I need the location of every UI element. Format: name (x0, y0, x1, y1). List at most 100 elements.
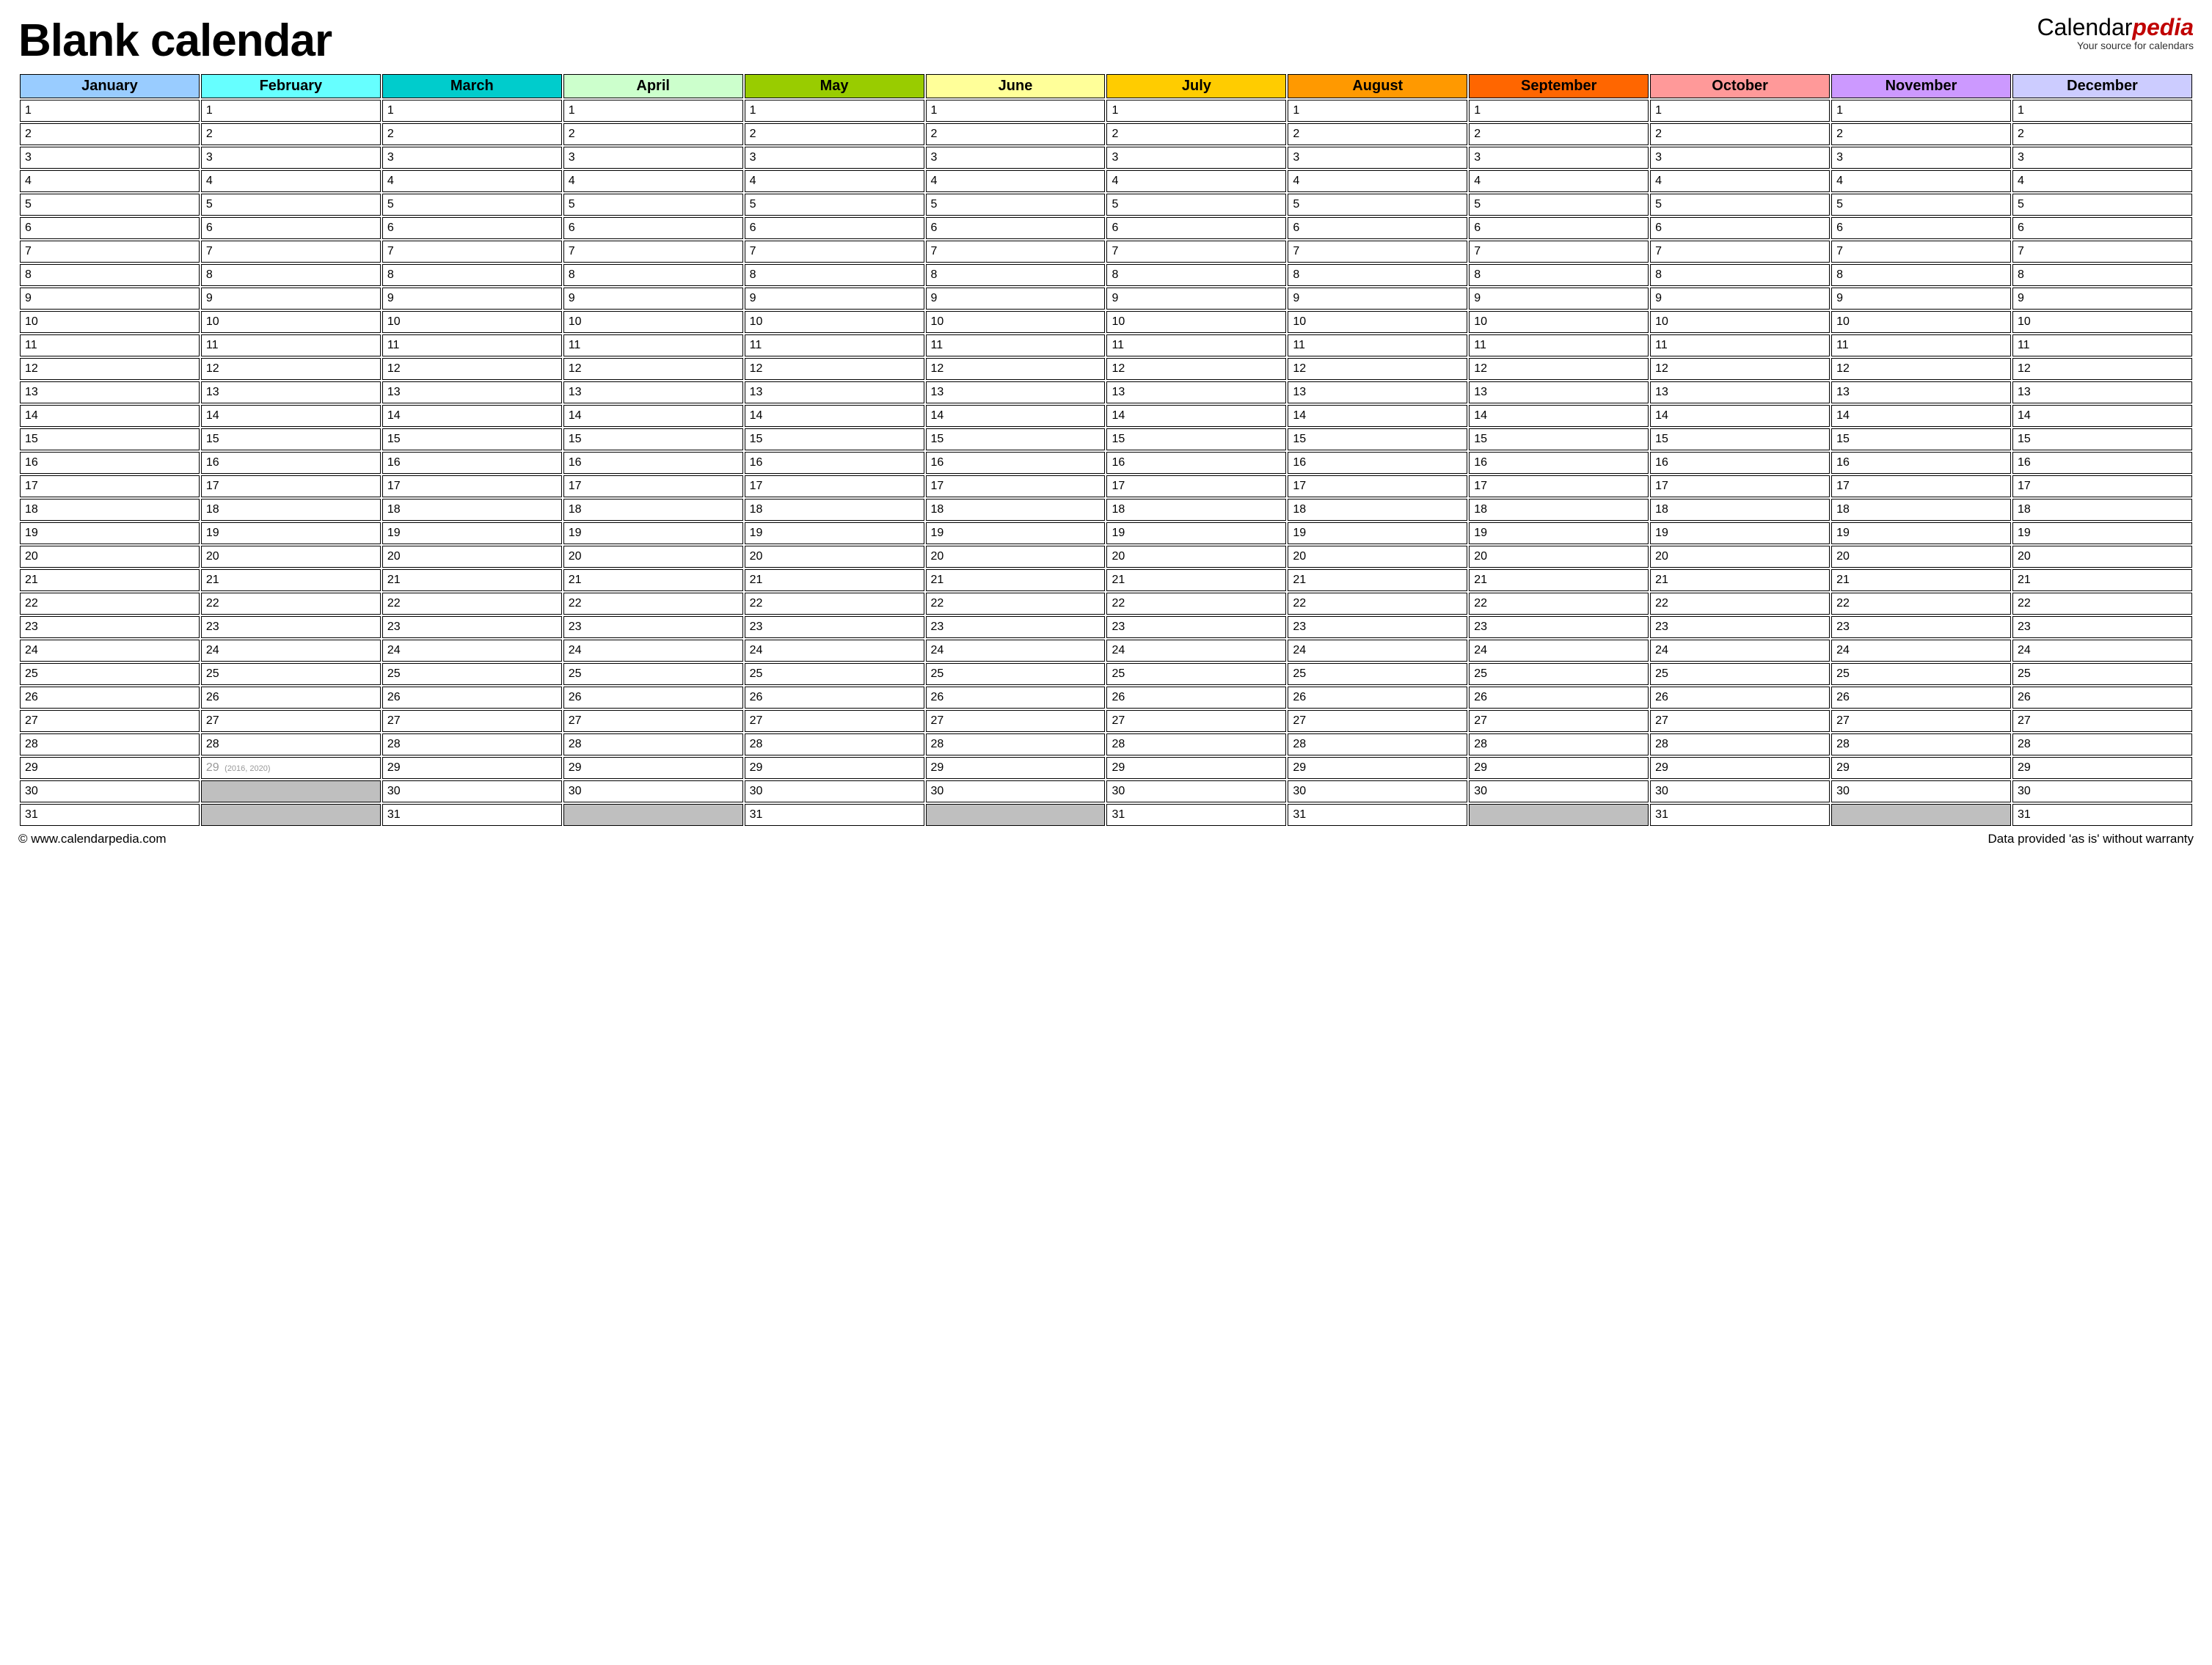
day-cell: 8 (382, 264, 562, 286)
day-cell: 18 (20, 499, 200, 521)
day-row: 141414141414141414141414 (20, 405, 2192, 427)
day-cell: 5 (1288, 194, 1467, 216)
day-cell: 7 (1831, 241, 2011, 263)
day-cell: 21 (926, 569, 1106, 591)
day-cell: 1 (1106, 100, 1286, 122)
day-cell: 24 (2012, 640, 2192, 662)
day-cell: 14 (1831, 405, 2011, 427)
day-cell: 28 (2012, 733, 2192, 755)
brand-tagline: Your source for calendars (2037, 40, 2194, 51)
day-cell: 11 (745, 334, 924, 356)
day-row: 777777777777 (20, 241, 2192, 263)
day-cell: 12 (563, 358, 743, 380)
day-cell: 16 (1831, 452, 2011, 474)
day-cell: 7 (382, 241, 562, 263)
day-cell: 31 (382, 804, 562, 826)
day-cell: 12 (201, 358, 381, 380)
day-cell: 21 (1106, 569, 1286, 591)
day-cell: 22 (382, 593, 562, 615)
day-cell: 30 (1106, 780, 1286, 802)
day-cell: 15 (382, 428, 562, 450)
day-cell: 17 (1831, 475, 2011, 497)
day-cell: 6 (2012, 217, 2192, 239)
day-cell: 24 (1469, 640, 1649, 662)
day-cell: 22 (1106, 593, 1286, 615)
day-cell: 28 (201, 733, 381, 755)
footer-warranty: Data provided 'as is' without warranty (1987, 832, 2194, 846)
day-cell: 26 (1106, 687, 1286, 709)
day-cell: 22 (1469, 593, 1649, 615)
day-cell: 10 (20, 311, 200, 333)
day-cell: 25 (1831, 663, 2011, 685)
day-cell: 13 (382, 381, 562, 403)
month-header: February (201, 74, 381, 98)
day-cell: 31 (1106, 804, 1286, 826)
day-cell: 26 (1831, 687, 2011, 709)
day-cell: 9 (1831, 288, 2011, 310)
day-cell: 2 (563, 123, 743, 145)
day-cell: 21 (201, 569, 381, 591)
day-cell: 27 (20, 710, 200, 732)
day-cell: 29 (1288, 757, 1467, 779)
day-cell: 1 (20, 100, 200, 122)
day-cell (201, 780, 381, 802)
day-cell (563, 804, 743, 826)
day-cell: 13 (201, 381, 381, 403)
day-cell: 8 (926, 264, 1106, 286)
day-cell: 7 (20, 241, 200, 263)
day-cell: 19 (745, 522, 924, 544)
day-cell: 28 (1650, 733, 1830, 755)
day-cell: 10 (745, 311, 924, 333)
day-cell: 13 (2012, 381, 2192, 403)
day-cell: 3 (926, 147, 1106, 169)
day-cell: 15 (563, 428, 743, 450)
month-header: December (2012, 74, 2192, 98)
day-row: 444444444444 (20, 170, 2192, 192)
day-cell: 8 (201, 264, 381, 286)
day-cell: 18 (745, 499, 924, 521)
day-cell: 1 (745, 100, 924, 122)
day-row: 555555555555 (20, 194, 2192, 216)
day-cell: 26 (563, 687, 743, 709)
day-cell: 10 (563, 311, 743, 333)
day-cell: 10 (201, 311, 381, 333)
day-cell: 27 (382, 710, 562, 732)
day-cell: 22 (2012, 593, 2192, 615)
day-cell: 20 (382, 546, 562, 568)
day-cell: 30 (382, 780, 562, 802)
day-cell: 29 (563, 757, 743, 779)
day-row: 101010101010101010101010 (20, 311, 2192, 333)
day-cell: 15 (1469, 428, 1649, 450)
day-row: 151515151515151515151515 (20, 428, 2192, 450)
day-cell: 12 (382, 358, 562, 380)
day-cell: 24 (1831, 640, 2011, 662)
day-cell: 6 (1650, 217, 1830, 239)
day-cell: 15 (20, 428, 200, 450)
day-cell (926, 804, 1106, 826)
day-cell: 20 (926, 546, 1106, 568)
day-cell: 13 (1469, 381, 1649, 403)
day-cell: 5 (1106, 194, 1286, 216)
day-cell: 25 (1650, 663, 1830, 685)
day-cell: 20 (20, 546, 200, 568)
day-cell: 13 (1288, 381, 1467, 403)
day-cell: 1 (1288, 100, 1467, 122)
day-cell: 27 (563, 710, 743, 732)
month-header: May (745, 74, 924, 98)
day-cell: 19 (1469, 522, 1649, 544)
day-cell: 11 (926, 334, 1106, 356)
day-cell: 3 (563, 147, 743, 169)
day-cell: 5 (20, 194, 200, 216)
day-cell: 6 (563, 217, 743, 239)
day-cell: 29 (1650, 757, 1830, 779)
month-header: July (1106, 74, 1286, 98)
day-cell: 20 (1106, 546, 1286, 568)
day-cell: 10 (1650, 311, 1830, 333)
day-cell: 17 (1288, 475, 1467, 497)
day-cell: 7 (1469, 241, 1649, 263)
day-cell: 11 (201, 334, 381, 356)
day-cell: 12 (1106, 358, 1286, 380)
day-cell: 7 (1650, 241, 1830, 263)
day-cell: 22 (563, 593, 743, 615)
day-cell: 11 (2012, 334, 2192, 356)
